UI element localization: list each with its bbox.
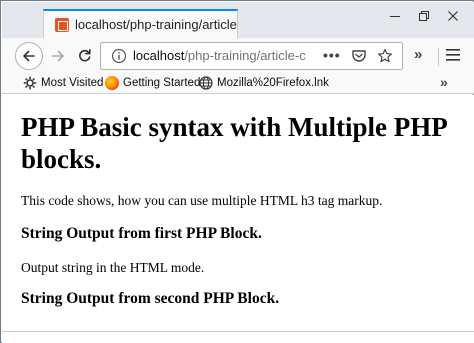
subheading-first-block: String Output from first PHP Block. (21, 225, 262, 242)
url-text[interactable]: localhost/php-training/article-c (133, 48, 311, 63)
body-paragraph: Output string in the HTML mode. (21, 260, 205, 275)
intro-paragraph: This code shows, how you can use multipl… (21, 193, 383, 208)
site-favicon-icon (55, 18, 69, 32)
browser-window: localhost/php-training/article- localhos… (0, 0, 474, 343)
close-button[interactable] (440, 6, 466, 26)
address-bar[interactable]: localhost/php-training/article-c ••• (100, 42, 403, 70)
minimize-icon (390, 16, 400, 17)
bookmark-label: Getting Started (123, 77, 201, 89)
bookmark-label: Most Visited (41, 77, 104, 89)
info-icon[interactable] (111, 48, 127, 64)
minimize-button[interactable] (382, 6, 408, 26)
back-arrow-icon (23, 50, 35, 62)
bookmark-star-icon[interactable] (377, 48, 393, 64)
reload-button[interactable] (71, 42, 99, 70)
bookmarks-toolbar: Most Visited Getting Started Mozilla%20F… (2, 73, 474, 94)
firefox-icon (105, 76, 119, 90)
url-path: /php-training/article-c (184, 48, 306, 63)
window-controls (382, 6, 466, 26)
bookmarks-overflow-icon[interactable]: » (440, 74, 448, 90)
active-tab[interactable]: localhost/php-training/article- (43, 9, 238, 39)
close-icon (448, 11, 458, 21)
globe-icon (199, 76, 213, 90)
toolbar-separator (438, 48, 439, 66)
bookmark-getting-started[interactable]: Getting Started (105, 75, 200, 91)
restore-icon (419, 11, 429, 21)
page-heading: PHP Basic syntax with Multiple PHP block… (21, 112, 447, 174)
navigation-toolbar: localhost/php-training/article-c ••• » (2, 38, 474, 73)
page-actions-menu-icon[interactable]: ••• (323, 47, 341, 63)
back-button[interactable] (15, 42, 43, 70)
forward-arrow-icon (52, 50, 64, 62)
page-content: PHP Basic syntax with Multiple PHP block… (2, 95, 474, 331)
gear-icon (23, 76, 37, 90)
restore-button[interactable] (411, 6, 437, 26)
forward-button[interactable] (44, 42, 72, 70)
url-host: localhost (133, 48, 185, 63)
bookmark-mozilla-firefox-lnk[interactable]: Mozilla%20Firefox.lnk (199, 75, 329, 91)
tab-strip: localhost/php-training/article- (2, 2, 474, 39)
subheading-second-block: String Output from second PHP Block. (21, 290, 280, 307)
hamburger-menu-icon[interactable] (446, 49, 460, 61)
toolbar-overflow-icon[interactable]: » (414, 46, 422, 63)
window-bottom-edge (2, 331, 474, 343)
pocket-icon[interactable] (351, 49, 367, 63)
reload-icon (79, 49, 91, 62)
bookmark-label: Mozilla%20Firefox.lnk (217, 77, 329, 89)
bookmark-most-visited[interactable]: Most Visited (23, 75, 103, 91)
tab-title: localhost/php-training/article- (75, 17, 237, 32)
